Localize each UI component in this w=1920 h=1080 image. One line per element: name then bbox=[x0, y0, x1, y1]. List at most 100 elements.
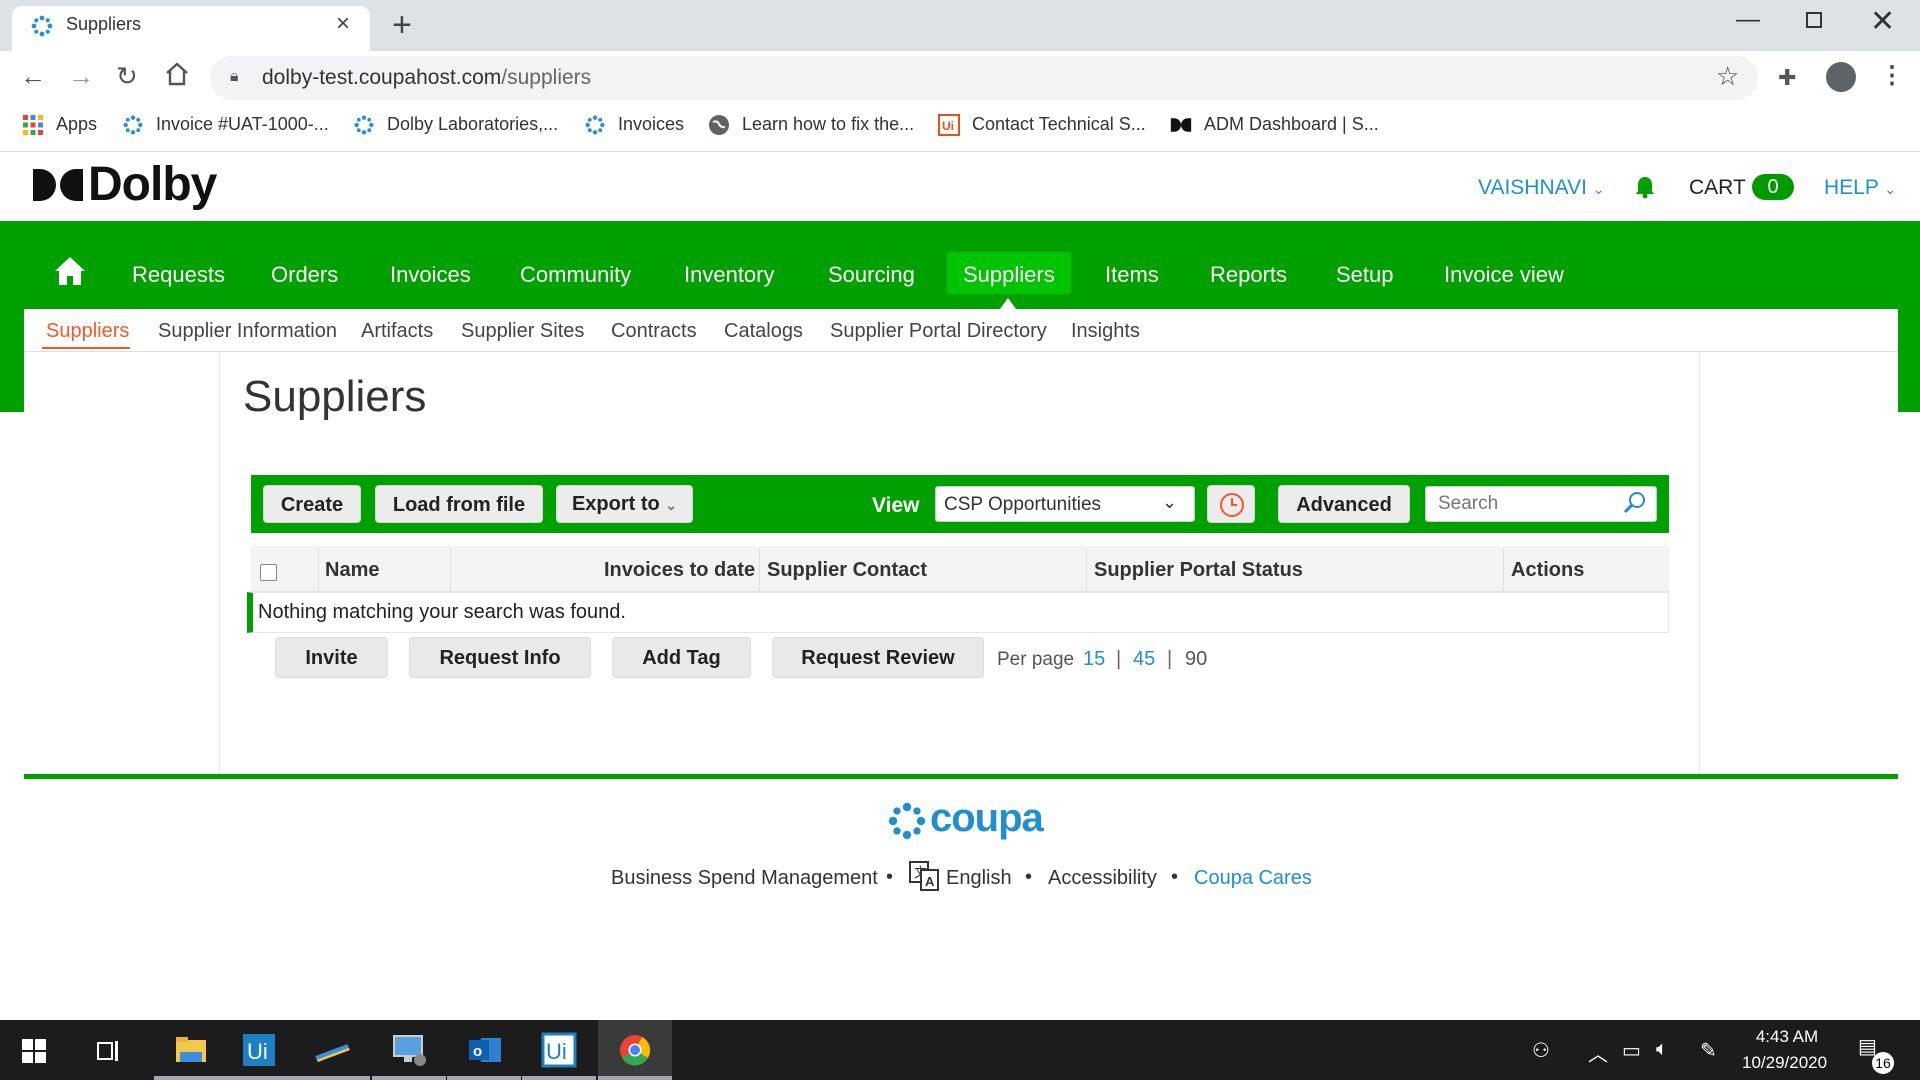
advanced-button[interactable]: Advanced bbox=[1278, 485, 1410, 523]
chevron-down-icon: ⌄ bbox=[1884, 181, 1897, 197]
taskbar-remote-desktop[interactable] bbox=[372, 1020, 446, 1080]
bell-icon[interactable] bbox=[1634, 175, 1656, 199]
maximize-icon[interactable] bbox=[1806, 12, 1822, 28]
bookmark-invoices[interactable]: Invoices bbox=[584, 114, 684, 136]
subnav-contracts[interactable]: Contracts bbox=[611, 320, 697, 343]
taskbar-outlook[interactable]: o bbox=[447, 1020, 521, 1080]
remote-desktop-icon bbox=[393, 1035, 426, 1066]
clock-time[interactable]: 4:43 AM bbox=[1752, 1027, 1822, 1047]
cart-count-badge[interactable]: 0 bbox=[1752, 174, 1794, 200]
column-name[interactable]: Name bbox=[325, 559, 379, 582]
nav-items[interactable]: Items bbox=[1105, 262, 1159, 288]
pen-workspace-icon[interactable]: ✎ bbox=[1700, 1038, 1717, 1063]
view-select-value[interactable]: CSP Opportunities bbox=[944, 494, 1101, 516]
clock-date[interactable]: 10/29/2020 bbox=[1742, 1053, 1827, 1073]
subnav-catalogs[interactable]: Catalogs bbox=[724, 320, 803, 343]
footer-bsm: Business Spend Management bbox=[611, 867, 878, 889]
taskbar-uipath-studio[interactable]: Ui bbox=[222, 1020, 296, 1080]
taskbar-chrome[interactable] bbox=[598, 1020, 672, 1080]
browser-menu-icon[interactable]: ⋮ bbox=[1880, 62, 1904, 90]
history-button[interactable] bbox=[1207, 485, 1255, 523]
request-review-button[interactable]: Request Review bbox=[772, 637, 984, 678]
uipath-icon: Ui bbox=[243, 1034, 275, 1066]
per-page-15[interactable]: 15 bbox=[1083, 648, 1105, 671]
subnav-suppliers[interactable]: Suppliers bbox=[46, 320, 129, 343]
pen-icon bbox=[315, 1044, 350, 1062]
taskbar-running-indicator bbox=[154, 1076, 228, 1080]
load-from-file-button[interactable]: Load from file bbox=[375, 485, 543, 523]
bookmark-apps[interactable]: Apps bbox=[22, 114, 97, 136]
empty-results-message: Nothing matching your search was found. bbox=[258, 601, 626, 623]
home-icon[interactable] bbox=[54, 256, 86, 286]
new-tab-icon[interactable]: + bbox=[392, 8, 412, 42]
subnav-insights[interactable]: Insights bbox=[1071, 320, 1140, 343]
bookmark-adm-dashboard[interactable]: ADM Dashboard | S... bbox=[1170, 114, 1379, 136]
dolby-logo-text[interactable]: Dolby bbox=[88, 157, 217, 212]
chevron-up-icon[interactable]: ︿ bbox=[1588, 1038, 1608, 1067]
nav-reports[interactable]: Reports bbox=[1210, 262, 1287, 288]
subnav-supplier-sites[interactable]: Supplier Sites bbox=[461, 320, 584, 343]
dolby-logo-icon[interactable] bbox=[32, 168, 84, 202]
chevron-down-icon[interactable]: ⌄ bbox=[1162, 492, 1177, 513]
invite-button[interactable]: Invite bbox=[275, 637, 388, 678]
column-invoices-to-date[interactable]: Invoices to date bbox=[604, 559, 755, 582]
lock-icon[interactable]: 🔒︎ bbox=[230, 68, 239, 86]
coupa-logo-text[interactable]: coupa bbox=[930, 796, 1044, 841]
bookmark-contact-technical[interactable]: Ui Contact Technical S... bbox=[938, 114, 1146, 137]
bookmark-star-icon[interactable]: ☆ bbox=[1716, 63, 1739, 89]
taskbar-uipath-robot[interactable]: Ui bbox=[522, 1020, 596, 1080]
request-info-button[interactable]: Request Info bbox=[409, 637, 591, 678]
network-icon[interactable]: ▭ bbox=[1622, 1038, 1641, 1063]
volume-icon[interactable]: 🔈︎ bbox=[1656, 1038, 1668, 1061]
footer-coupa-cares[interactable]: Coupa Cares bbox=[1194, 867, 1312, 890]
browser-home-icon[interactable] bbox=[164, 60, 190, 88]
nav-sourcing[interactable]: Sourcing bbox=[828, 262, 915, 288]
nav-setup[interactable]: Setup bbox=[1336, 262, 1394, 288]
search-icon[interactable] bbox=[1622, 490, 1648, 516]
nav-community[interactable]: Community bbox=[520, 262, 631, 288]
taskbar-notes-app[interactable] bbox=[296, 1020, 370, 1080]
select-all-checkbox[interactable] bbox=[260, 564, 277, 581]
footer-language[interactable]: English bbox=[946, 867, 1012, 890]
cart-label[interactable]: CART bbox=[1689, 176, 1746, 200]
nav-requests[interactable]: Requests bbox=[132, 262, 225, 288]
footer-divider bbox=[24, 774, 1898, 779]
bookmark-dolby-laboratories[interactable]: Dolby Laboratories,... bbox=[353, 114, 558, 136]
forward-arrow-icon[interactable]: → bbox=[68, 63, 94, 89]
help-menu[interactable]: HELP ⌄ bbox=[1824, 176, 1896, 200]
nav-inventory[interactable]: Inventory bbox=[684, 262, 775, 288]
window-close-icon[interactable]: ✕ bbox=[1870, 4, 1895, 39]
extensions-puzzle-icon[interactable]: ✚ bbox=[1778, 65, 1796, 91]
column-supplier-contact[interactable]: Supplier Contact bbox=[767, 559, 927, 582]
nav-invoice-view[interactable]: Invoice view bbox=[1444, 262, 1564, 288]
url-text[interactable]: dolby-test.coupahost.com/suppliers bbox=[262, 66, 591, 90]
subnav-artifacts[interactable]: Artifacts bbox=[361, 320, 433, 343]
footer-accessibility[interactable]: Accessibility bbox=[1048, 867, 1157, 890]
user-menu[interactable]: VAISHNAVI ⌄ bbox=[1478, 176, 1605, 200]
task-view-icon[interactable] bbox=[94, 1038, 122, 1064]
reload-icon[interactable]: ↻ bbox=[116, 63, 138, 89]
nav-orders[interactable]: Orders bbox=[271, 262, 338, 288]
coupa-logo-icon[interactable] bbox=[884, 800, 930, 842]
column-supplier-portal-status[interactable]: Supplier Portal Status bbox=[1094, 559, 1303, 582]
nav-suppliers[interactable]: Suppliers bbox=[963, 262, 1055, 288]
language-icon[interactable]: 文 A bbox=[908, 858, 940, 892]
bookmark-learn-fix[interactable]: Learn how to fix the... bbox=[708, 114, 914, 136]
add-tag-button[interactable]: Add Tag bbox=[612, 637, 751, 678]
profile-avatar-icon[interactable] bbox=[1826, 62, 1856, 92]
per-page-45[interactable]: 45 bbox=[1133, 648, 1155, 671]
windows-start-icon[interactable] bbox=[22, 1039, 46, 1063]
back-arrow-icon[interactable]: ← bbox=[20, 63, 46, 89]
subnav-supplier-portal-directory[interactable]: Supplier Portal Directory bbox=[830, 320, 1047, 343]
people-icon[interactable]: ⚇ bbox=[1532, 1038, 1550, 1063]
close-tab-icon[interactable]: × bbox=[336, 11, 350, 37]
create-button[interactable]: Create bbox=[263, 485, 361, 523]
column-separator[interactable] bbox=[450, 548, 451, 592]
subnav-supplier-information[interactable]: Supplier Information bbox=[158, 320, 337, 343]
export-to-button[interactable]: Export to ⌄ bbox=[556, 485, 693, 523]
minimize-icon[interactable]: — bbox=[1736, 6, 1760, 34]
bookmark-invoice-uat[interactable]: Invoice #UAT-1000-... bbox=[122, 114, 329, 136]
notification-count-badge[interactable]: 16 bbox=[1872, 1052, 1894, 1074]
nav-invoices[interactable]: Invoices bbox=[390, 262, 471, 288]
taskbar-file-explorer[interactable] bbox=[154, 1020, 228, 1080]
